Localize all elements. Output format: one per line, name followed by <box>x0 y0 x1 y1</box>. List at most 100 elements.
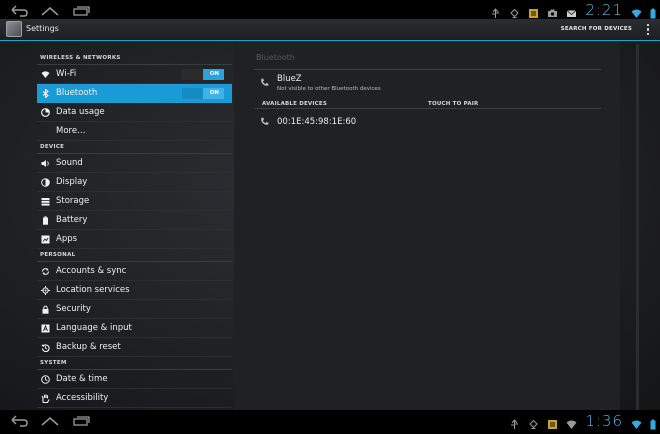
touch-to-pair-header: TOUCH TO PAIR <box>428 101 479 107</box>
sidebar-item-label: Location services <box>56 285 130 295</box>
sidebar-item-location-services[interactable]: Location services <box>37 281 232 300</box>
bluetooth-toggle[interactable]: ON <box>182 88 224 99</box>
sidebar-item-backup-reset[interactable]: Backup & reset <box>37 338 232 357</box>
usb-icon <box>509 415 520 429</box>
back-button[interactable] <box>8 413 30 427</box>
notification-app-icon <box>528 4 539 18</box>
toggle-label: ON <box>209 90 219 96</box>
sync-icon <box>41 267 50 276</box>
sidebar-item-label: Battery <box>56 215 88 225</box>
wifi-toggle[interactable]: ON <box>182 69 224 80</box>
sidebar-item-label: Storage <box>56 196 90 206</box>
action-bar: Settings SEARCH FOR DEVICES <box>0 19 660 41</box>
sidebar-item-apps[interactable]: Apps <box>37 230 232 249</box>
recent-apps-button[interactable] <box>70 413 92 427</box>
wifi-icon <box>631 415 642 429</box>
section-header-personal: PERSONAL <box>40 252 76 258</box>
wifi-icon <box>566 415 577 429</box>
clock-icon <box>41 375 50 384</box>
sidebar-item-more[interactable]: More… <box>37 122 232 141</box>
device-name: BlueZ <box>277 74 302 84</box>
phone-icon <box>260 117 269 126</box>
usb-icon <box>490 4 501 18</box>
sidebar-item-label: Wi-Fi <box>56 69 77 79</box>
search-for-devices-button[interactable]: SEARCH FOR DEVICES <box>561 26 632 32</box>
sidebar-item-label: Language & input <box>56 323 132 333</box>
lock-icon <box>41 305 50 314</box>
scrollbar[interactable] <box>636 44 639 410</box>
battery-icon <box>650 415 656 430</box>
settings-sidebar: WIRELESS & NETWORKS Wi-Fi ON Bluetooth O… <box>37 41 232 410</box>
available-device-row[interactable]: 00:1E:45:98:1E:60 <box>254 110 601 134</box>
status-tray: 2:21 <box>490 0 656 19</box>
sidebar-item-accessibility[interactable]: Accessibility <box>37 389 232 408</box>
sidebar-item-label: Data usage <box>56 107 105 117</box>
sidebar-item-data-usage[interactable]: Data usage <box>37 103 232 122</box>
android-debug-icon <box>528 415 539 429</box>
battery-icon <box>41 216 50 225</box>
battery-icon <box>650 4 656 19</box>
accessibility-icon <box>41 394 50 403</box>
wifi-icon <box>631 4 642 18</box>
display-icon <box>41 178 50 187</box>
back-icon <box>11 5 28 17</box>
system-tray: 1:36 <box>509 411 656 430</box>
back-button[interactable] <box>8 3 30 17</box>
sidebar-item-label: Bluetooth <box>56 88 98 98</box>
sidebar-item-accounts-sync[interactable]: Accounts & sync <box>37 262 232 281</box>
wifi-icon <box>41 70 50 79</box>
detail-divider <box>254 69 601 70</box>
android-debug-icon <box>509 4 520 18</box>
bluetooth-detail-pane: Bluetooth BlueZ Not visible to other Blu… <box>234 41 620 410</box>
system-bar: 1:36 <box>0 410 660 431</box>
bluetooth-icon <box>41 89 50 98</box>
this-device-row[interactable]: BlueZ Not visible to other Bluetooth dev… <box>254 71 601 99</box>
settings-app-icon[interactable] <box>6 21 22 37</box>
sidebar-item-label: Apps <box>56 234 78 244</box>
sidebar-item-bluetooth[interactable]: Bluetooth ON <box>37 84 232 103</box>
detail-title: Bluetooth <box>256 53 295 62</box>
language-icon <box>41 324 50 333</box>
apps-icon <box>41 235 50 244</box>
sidebar-item-label: Date & time <box>56 374 108 384</box>
home-button[interactable] <box>39 3 61 17</box>
sidebar-item-display[interactable]: Display <box>37 173 232 192</box>
sidebar-item-label: Security <box>56 304 91 314</box>
sidebar-item-label: Backup & reset <box>56 342 121 352</box>
status-clock: 2:21 <box>585 0 623 19</box>
notification-app-icon <box>547 415 558 429</box>
device-visibility: Not visible to other Bluetooth devices <box>277 86 381 92</box>
recent-apps-icon <box>73 416 90 426</box>
section-header-wireless: WIRELESS & NETWORKS <box>40 55 121 61</box>
sidebar-item-language-input[interactable]: Language & input <box>37 319 232 338</box>
recent-apps-button[interactable] <box>70 3 92 17</box>
sidebar-item-wifi[interactable]: Wi-Fi ON <box>37 65 232 84</box>
phone-icon <box>260 78 269 87</box>
sidebar-item-label: Accessibility <box>56 393 109 403</box>
home-button[interactable] <box>39 413 61 427</box>
sidebar-item-sound[interactable]: Sound <box>37 154 232 173</box>
system-clock: 1:36 <box>585 411 623 430</box>
section-header-system: SYSTEM <box>40 360 67 366</box>
overflow-menu-icon[interactable] <box>645 23 651 36</box>
page-title: Settings <box>26 24 59 33</box>
detail-divider <box>254 108 601 109</box>
sidebar-item-label: Display <box>56 177 88 187</box>
sidebar-item-date-time[interactable]: Date & time <box>37 370 232 389</box>
home-icon <box>41 7 59 16</box>
sidebar-item-label: Accounts & sync <box>56 266 127 276</box>
sidebar-item-security[interactable]: Security <box>37 300 232 319</box>
mail-icon <box>566 4 577 17</box>
storage-icon <box>41 197 50 206</box>
location-icon <box>41 286 50 295</box>
device-address: 00:1E:45:98:1E:60 <box>277 117 357 127</box>
sidebar-item-storage[interactable]: Storage <box>37 192 232 211</box>
sidebar-item-label: More… <box>56 126 86 136</box>
section-header-device: DEVICE <box>40 144 65 150</box>
back-icon <box>11 415 28 427</box>
sidebar-item-battery[interactable]: Battery <box>37 211 232 230</box>
toggle-label: ON <box>209 71 219 77</box>
status-bar: 2:21 <box>0 0 660 19</box>
backup-icon <box>41 343 50 352</box>
sidebar-item-label: Sound <box>56 158 83 168</box>
